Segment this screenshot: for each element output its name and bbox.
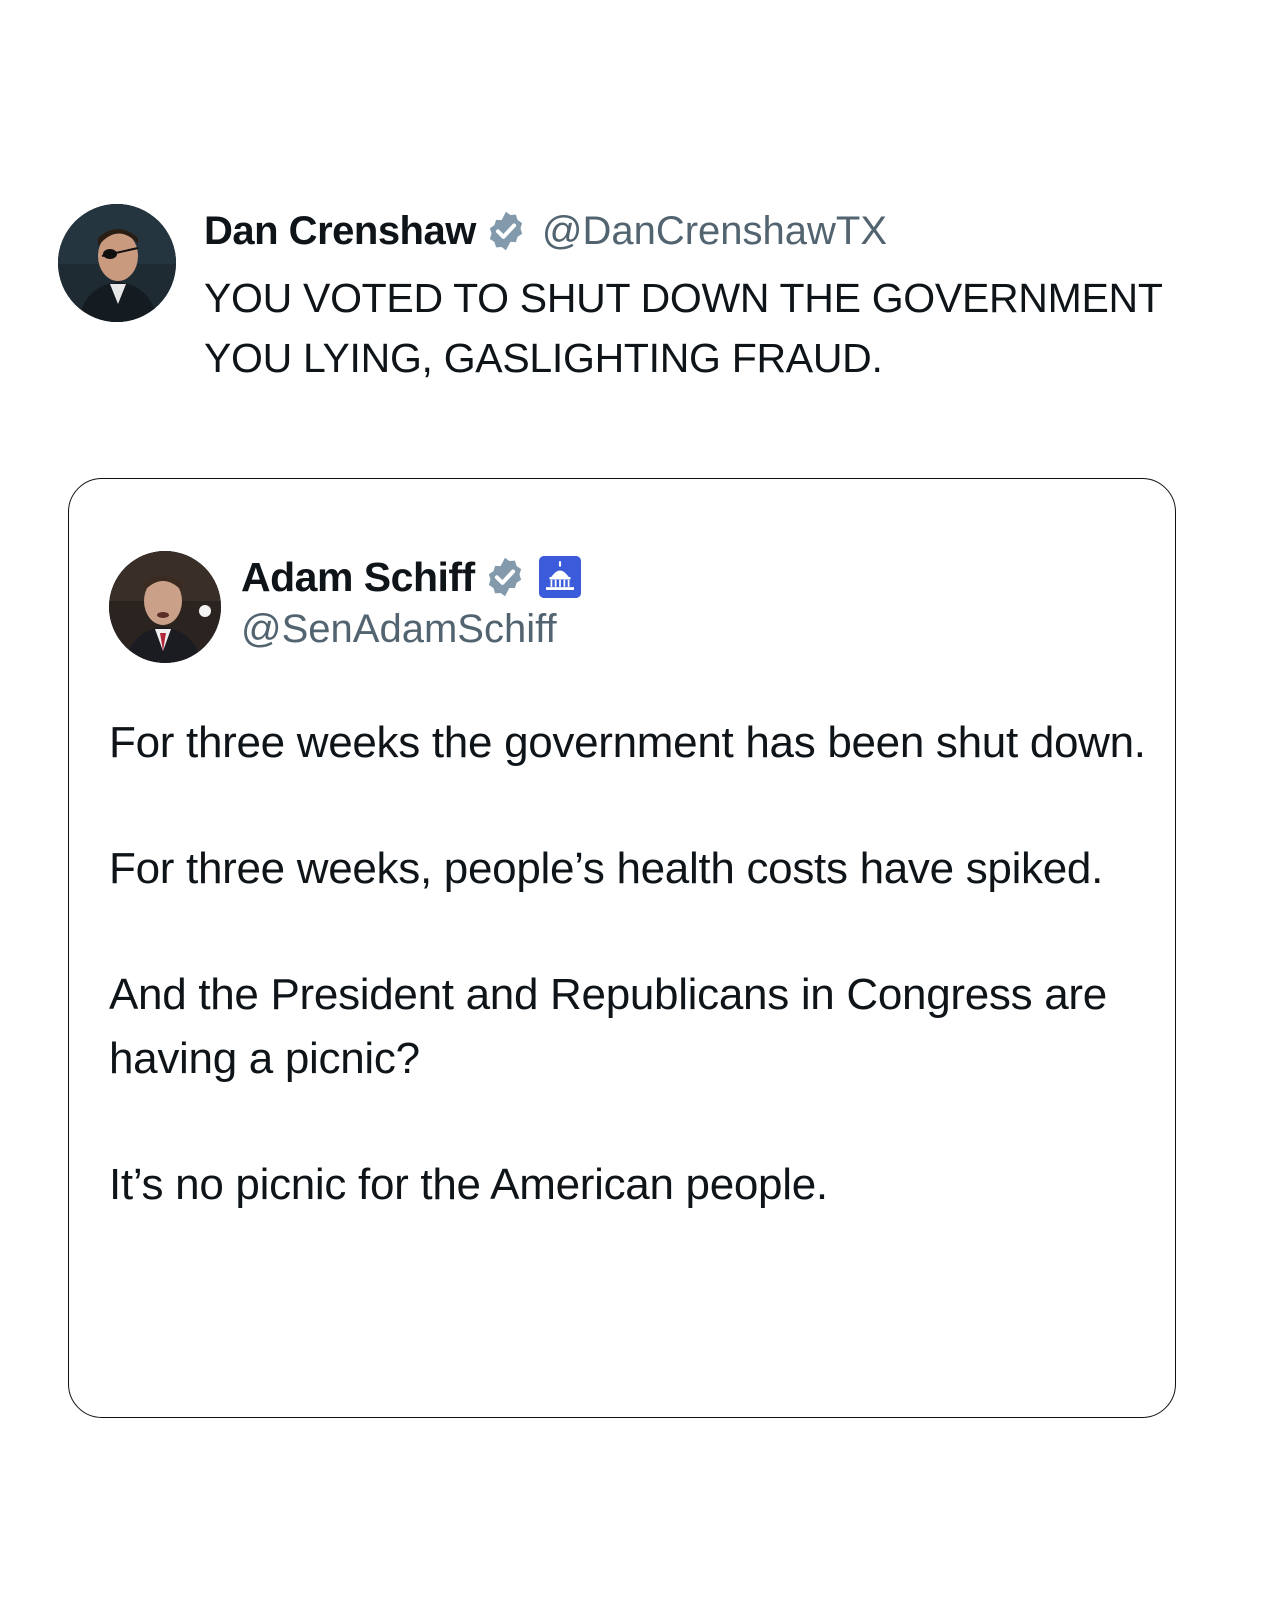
tweet-text-line: YOU LYING, GASLIGHTING FRAUD. xyxy=(204,335,883,381)
avatar-photo xyxy=(58,204,176,322)
author-handle[interactable]: @DanCrenshawTX xyxy=(542,209,887,254)
author-name[interactable]: Dan Crenshaw xyxy=(204,209,476,254)
verified-badge-icon xyxy=(488,557,521,597)
quoted-paragraph: It’s no picnic for the American people. xyxy=(109,1160,828,1209)
quoted-author-header: Adam Schiff @SenAdamSchiff xyxy=(241,551,581,652)
quoted-avatar[interactable] xyxy=(109,551,221,663)
quoted-author-row: Adam Schiff xyxy=(241,551,581,603)
quoted-tweet-card[interactable]: Adam Schiff @SenAdamSchiff For three wee… xyxy=(68,478,1176,1418)
quoted-tweet-text: For three weeks the government has been … xyxy=(109,711,1149,1279)
quoted-avatar-photo xyxy=(109,551,221,663)
quoted-author-name[interactable]: Adam Schiff xyxy=(241,554,475,601)
author-row: Dan Crenshaw @DanCrenshawTX xyxy=(204,206,1244,256)
quoted-author-handle[interactable]: @SenAdamSchiff xyxy=(241,607,581,652)
tweet-text: YOU VOTED TO SHUT DOWN THE GOVERNMENT YO… xyxy=(204,268,1244,388)
verified-badge-icon xyxy=(489,211,522,251)
quoted-paragraph: And the President and Republicans in Con… xyxy=(109,970,1107,1083)
quoted-paragraph: For three weeks, people’s health costs h… xyxy=(109,844,1104,893)
tweet-text-line: YOU VOTED TO SHUT DOWN THE GOVERNMENT xyxy=(204,275,1163,321)
capitol-building-icon xyxy=(538,556,581,598)
tweet-body: Dan Crenshaw @DanCrenshawTX YOU VOTED TO… xyxy=(204,206,1244,388)
quoted-paragraph: For three weeks the government has been … xyxy=(109,718,1146,767)
avatar[interactable] xyxy=(58,204,176,322)
